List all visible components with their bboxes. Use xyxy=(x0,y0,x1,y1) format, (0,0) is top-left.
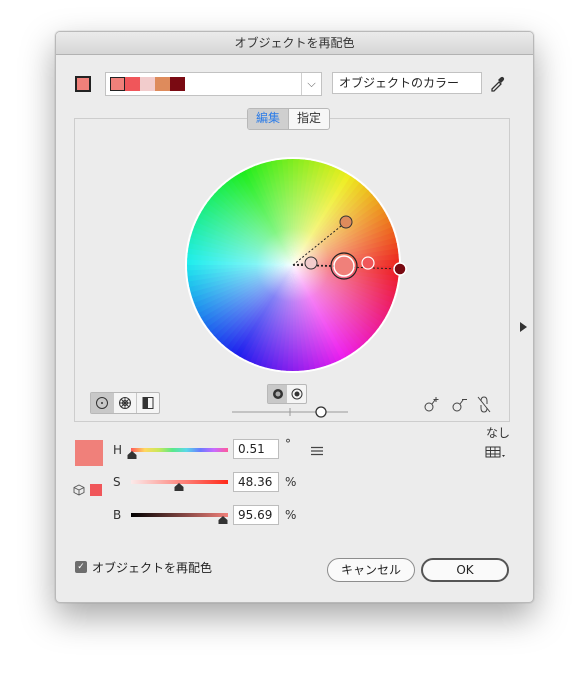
color-mode-menu-icon[interactable] xyxy=(310,446,324,456)
color-group-dropdown[interactable]: ⌵ xyxy=(105,72,322,96)
wheel-mode-buttons xyxy=(90,392,160,414)
color-group-preview xyxy=(110,77,185,91)
color-marker-2[interactable] xyxy=(361,256,375,270)
show-saturation-hue-icon[interactable] xyxy=(268,385,287,403)
wheel-brightness-slider[interactable] xyxy=(232,404,348,420)
s-slider-thumb[interactable] xyxy=(174,483,184,491)
smooth-wheel-icon[interactable] xyxy=(91,393,113,413)
tab-assign[interactable]: 指定 xyxy=(288,109,329,129)
dialog-title: オブジェクトを再配色 xyxy=(56,32,533,55)
s-label: S xyxy=(113,475,121,489)
color-group-name-field[interactable]: オブジェクトのカラー xyxy=(332,72,482,94)
harmony-tools xyxy=(424,396,491,413)
color-marker-4[interactable] xyxy=(339,215,353,229)
out-of-gamut-cube-icon[interactable] xyxy=(73,484,85,496)
show-brightness-hue-icon[interactable] xyxy=(287,385,306,403)
group-color-2 xyxy=(125,77,140,91)
chevron-down-icon[interactable]: ⌵ xyxy=(301,73,321,95)
group-color-5 xyxy=(170,77,185,91)
tab-edit[interactable]: 編集 xyxy=(248,109,289,129)
color-bars-icon[interactable] xyxy=(136,393,159,413)
recolor-checkbox[interactable]: ✓ xyxy=(75,561,87,573)
h-label: H xyxy=(113,443,123,457)
s-value-field[interactable]: 48.36 xyxy=(233,472,279,492)
h-slider-thumb[interactable] xyxy=(127,451,137,459)
expand-panel-arrow-icon[interactable] xyxy=(518,320,528,334)
color-marker-3[interactable] xyxy=(304,256,318,270)
selected-color-swatch[interactable] xyxy=(75,440,103,466)
active-color-swatch[interactable] xyxy=(75,76,91,92)
b-slider-track[interactable] xyxy=(131,513,228,517)
b-slider-thumb[interactable] xyxy=(218,516,228,524)
wheel-display-buttons xyxy=(267,384,307,404)
add-color-tool-icon[interactable] xyxy=(424,397,439,412)
web-safe-color-swatch[interactable] xyxy=(90,484,102,496)
limit-swatch-label: なし xyxy=(486,426,511,440)
remove-color-tool-icon[interactable] xyxy=(452,399,467,412)
mode-tabs: 編集 指定 xyxy=(247,108,331,130)
group-color-4 xyxy=(155,77,170,91)
base-color-marker[interactable] xyxy=(333,255,355,277)
b-unit: % xyxy=(285,508,297,522)
limit-to-library-icon[interactable] xyxy=(485,444,507,460)
h-value-field[interactable]: 0.51 xyxy=(233,439,279,459)
cancel-button[interactable]: キャンセル xyxy=(327,558,415,582)
eyedropper-icon[interactable] xyxy=(487,73,507,93)
h-slider-track[interactable] xyxy=(131,448,228,452)
recolor-checkbox-label: オブジェクトを再配色 xyxy=(92,561,213,575)
unlink-harmony-icon[interactable] xyxy=(477,396,491,413)
group-color-1 xyxy=(110,77,125,91)
ok-button[interactable]: OK xyxy=(421,558,509,582)
recolor-artwork-dialog: オブジェクトを再配色 ⌵ オブジェクトのカラー 編集 指定 なし H 0.51 … xyxy=(55,31,534,603)
h-unit: ° xyxy=(285,437,291,451)
b-label: B xyxy=(113,508,122,522)
s-unit: % xyxy=(285,475,297,489)
group-color-3 xyxy=(140,77,155,91)
color-wheel[interactable] xyxy=(184,156,407,374)
color-marker-5[interactable] xyxy=(393,262,407,276)
segmented-wheel-icon[interactable] xyxy=(113,393,136,413)
b-value-field[interactable]: 95.69 xyxy=(233,505,279,525)
